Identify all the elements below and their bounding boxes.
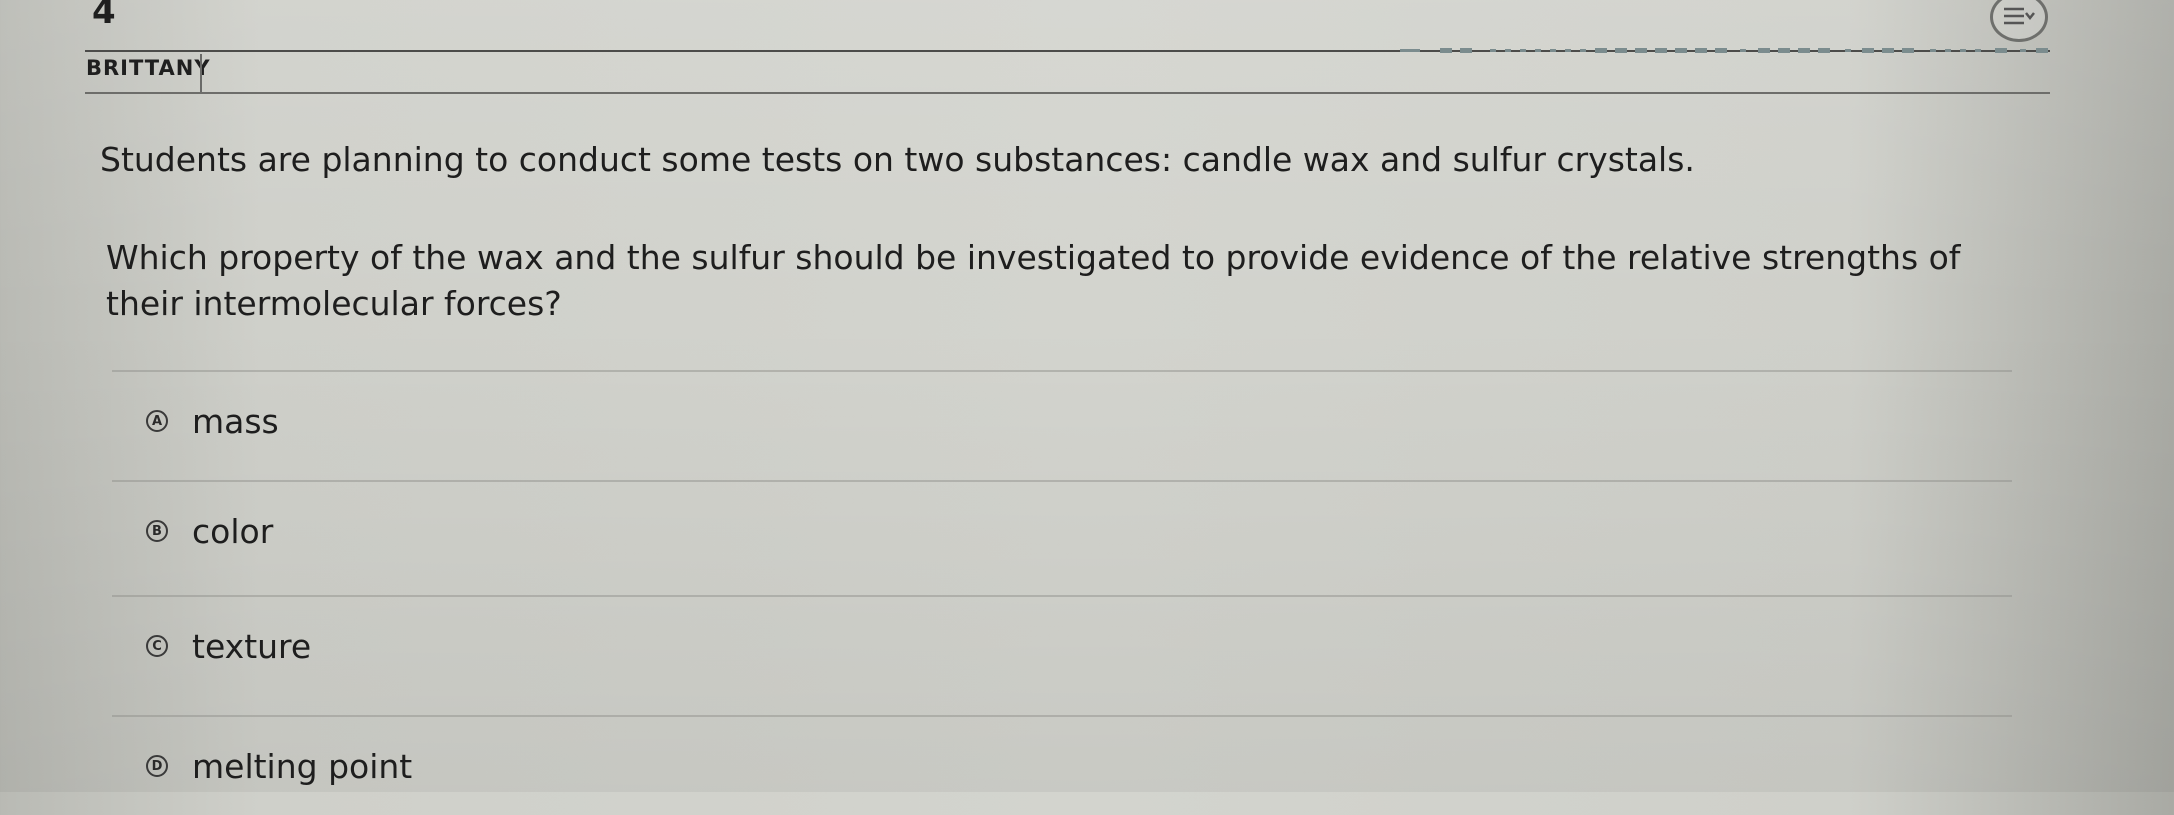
list-menu-icon — [2002, 5, 2036, 29]
choice-letter-c: C — [146, 635, 168, 657]
choice-text-c: texture — [192, 626, 312, 666]
answer-choice-c[interactable]: C texture — [112, 595, 2012, 695]
name-divider — [200, 54, 202, 94]
choice-text-a: mass — [192, 401, 279, 441]
question-number: 4 — [92, 0, 116, 32]
progress-dots — [1400, 48, 2048, 53]
choice-letter-a: A — [146, 410, 168, 432]
question-prompt: Which property of the wax and the sulfur… — [106, 238, 1961, 323]
answer-choice-d[interactable]: D melting point — [112, 715, 2012, 815]
question-intro: Students are planning to conduct some te… — [100, 140, 1695, 179]
answer-choice-a[interactable]: A mass — [112, 370, 2012, 470]
answer-choice-b[interactable]: B color — [112, 480, 2012, 580]
choice-letter-d: D — [146, 755, 168, 777]
choice-text-b: color — [192, 511, 274, 551]
choice-text-d: melting point — [192, 746, 413, 786]
student-name: BRITTANY — [86, 56, 211, 80]
name-underline — [85, 92, 2050, 94]
menu-button[interactable] — [1990, 0, 2048, 42]
choice-letter-b: B — [146, 520, 168, 542]
